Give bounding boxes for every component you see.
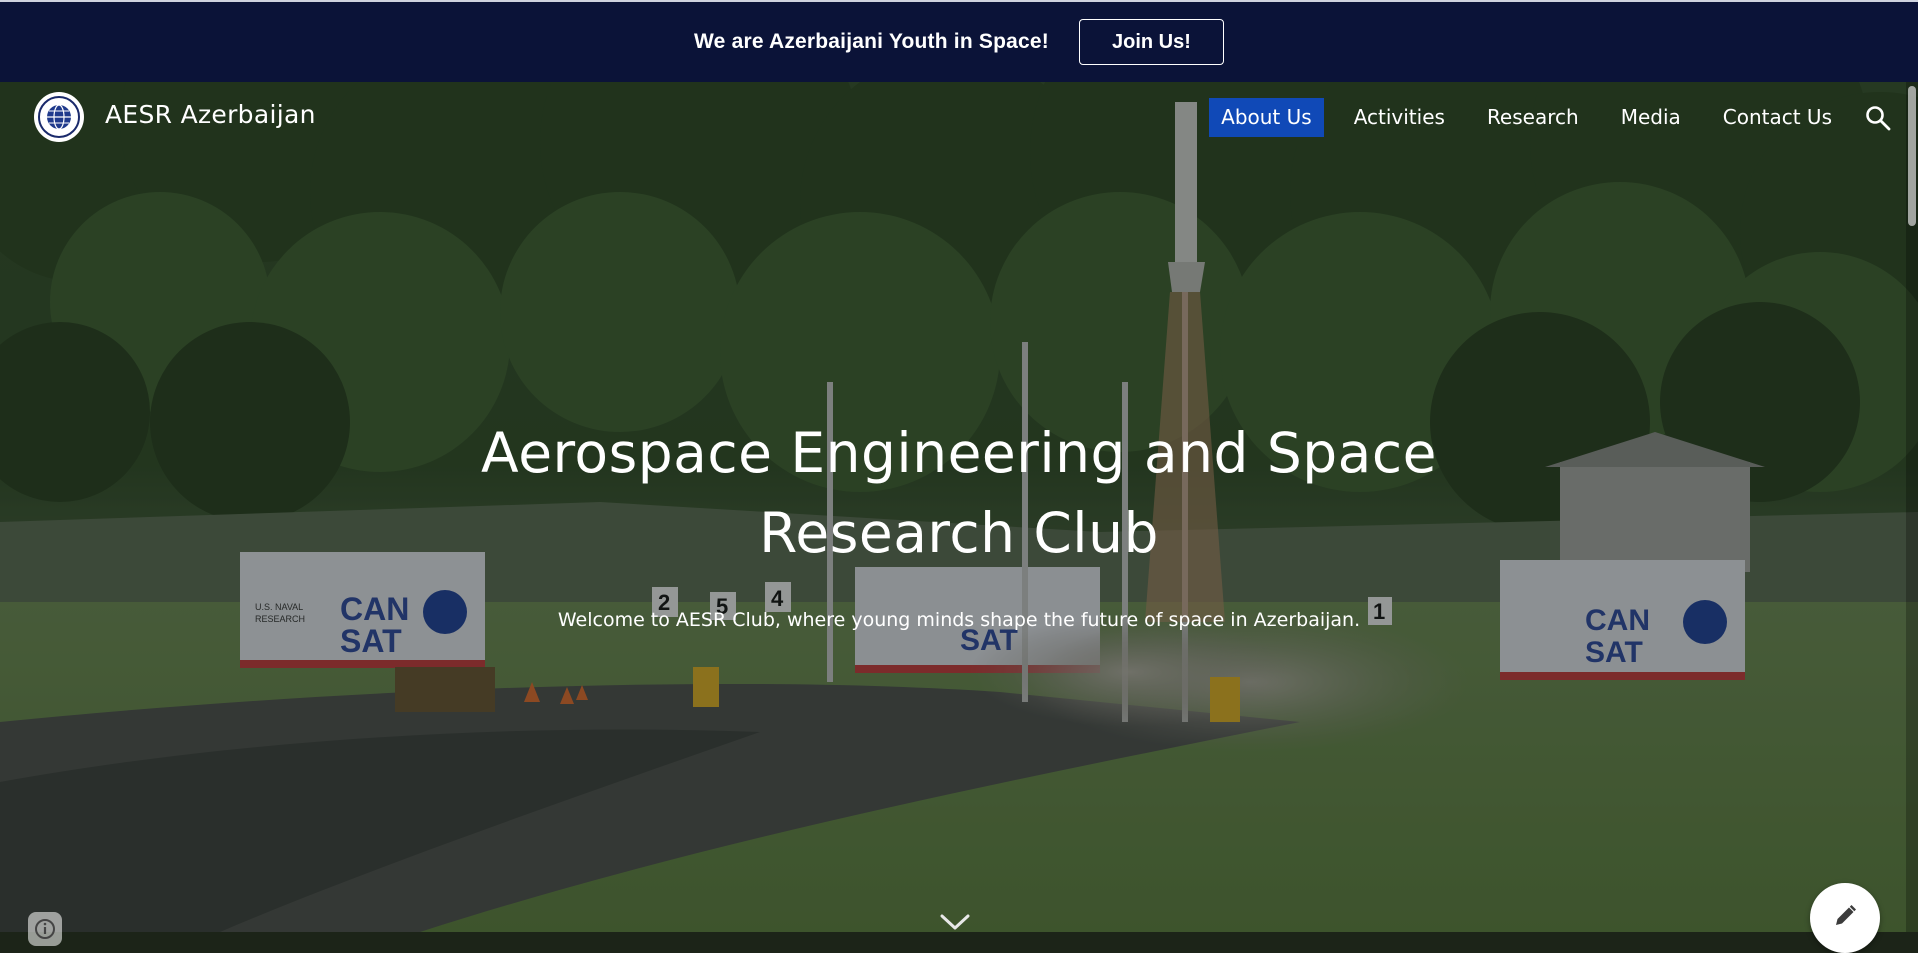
pencil-icon bbox=[1832, 903, 1858, 933]
site-title[interactable]: AESR Azerbaijan bbox=[105, 100, 316, 129]
site-header: AESR Azerbaijan About Us Activities Rese… bbox=[0, 82, 1918, 152]
chevron-down-icon[interactable] bbox=[940, 912, 970, 932]
banner-text: We are Azerbaijani Youth in Space! bbox=[694, 30, 1049, 53]
nav-item-research[interactable]: Research bbox=[1475, 98, 1591, 137]
nav-item-media[interactable]: Media bbox=[1609, 98, 1693, 137]
search-icon[interactable] bbox=[1864, 104, 1892, 132]
nav-item-activities[interactable]: Activities bbox=[1342, 98, 1457, 137]
main-navigation: About Us Activities Research Media Conta… bbox=[1191, 98, 1844, 137]
join-us-button[interactable]: Join Us! bbox=[1078, 19, 1224, 65]
nav-item-contact-us[interactable]: Contact Us bbox=[1711, 98, 1844, 137]
page-scrollbar[interactable] bbox=[1906, 82, 1918, 932]
edit-button[interactable] bbox=[1810, 883, 1880, 953]
globe-logo-icon[interactable] bbox=[34, 92, 84, 142]
nav-item-about-us[interactable]: About Us bbox=[1209, 98, 1324, 137]
info-icon[interactable] bbox=[28, 912, 62, 946]
scrollbar-thumb[interactable] bbox=[1908, 86, 1916, 226]
announcement-banner: We are Azerbaijani Youth in Space! Join … bbox=[0, 0, 1918, 82]
hero-title: Aerospace Engineering and Space Research… bbox=[481, 421, 1437, 565]
hero-subtitle: Welcome to AESR Club, where young minds … bbox=[557, 609, 1361, 631]
